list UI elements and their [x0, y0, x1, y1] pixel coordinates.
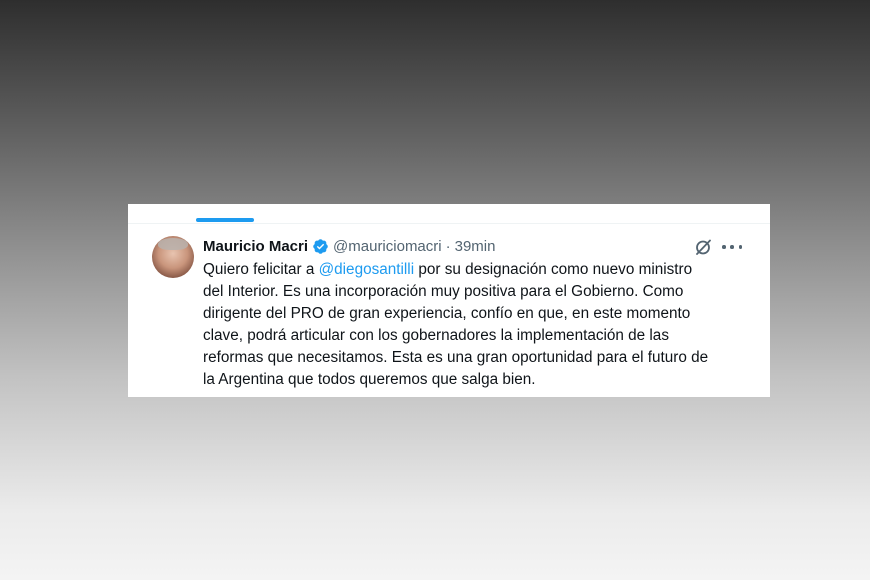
dot-icon: [738, 245, 742, 249]
verified-badge-icon: [312, 238, 329, 255]
tweet-text-line: del Interior. Es una incorporación muy p…: [203, 283, 684, 300]
tweet-text-line: clave, podrá articular con los gobernado…: [203, 327, 669, 344]
author-handle[interactable]: @mauriciomacri: [333, 238, 442, 255]
tweet-text-line: dirigente del PRO de gran experiencia, c…: [203, 305, 691, 322]
mention-link[interactable]: @diegosantilli: [319, 261, 414, 278]
tweet-text-continuation: por su designación como nuevo ministro: [414, 261, 693, 278]
author-name[interactable]: Mauricio Macri: [203, 238, 308, 255]
avatar-hair: [158, 238, 188, 250]
tab-strip: [128, 204, 770, 224]
grok-icon[interactable]: [694, 238, 712, 256]
tweet-text-line: Quiero felicitar a @diegosantilli por su…: [203, 259, 758, 281]
tweet-text-intro: Quiero felicitar a: [203, 261, 319, 278]
dot-icon: [730, 245, 734, 249]
tweet-text-line: reformas que necesitamos. Esta es una gr…: [203, 349, 709, 366]
tweet-header: Mauricio Macri @mauriciomacri · 39min: [203, 236, 495, 256]
avatar[interactable]: [152, 236, 194, 278]
timestamp[interactable]: 39min: [455, 238, 496, 255]
tweet-text: Quiero felicitar a @diegosantilli por su…: [203, 259, 758, 391]
separator-dot: ·: [445, 237, 451, 255]
tweet-text-line: la Argentina que todos queremos que salg…: [203, 371, 536, 388]
tweet-card: Mauricio Macri @mauriciomacri · 39min Qu…: [128, 204, 770, 397]
dot-icon: [722, 245, 726, 249]
active-tab-indicator: [196, 218, 254, 222]
more-options-icon[interactable]: [722, 238, 742, 256]
